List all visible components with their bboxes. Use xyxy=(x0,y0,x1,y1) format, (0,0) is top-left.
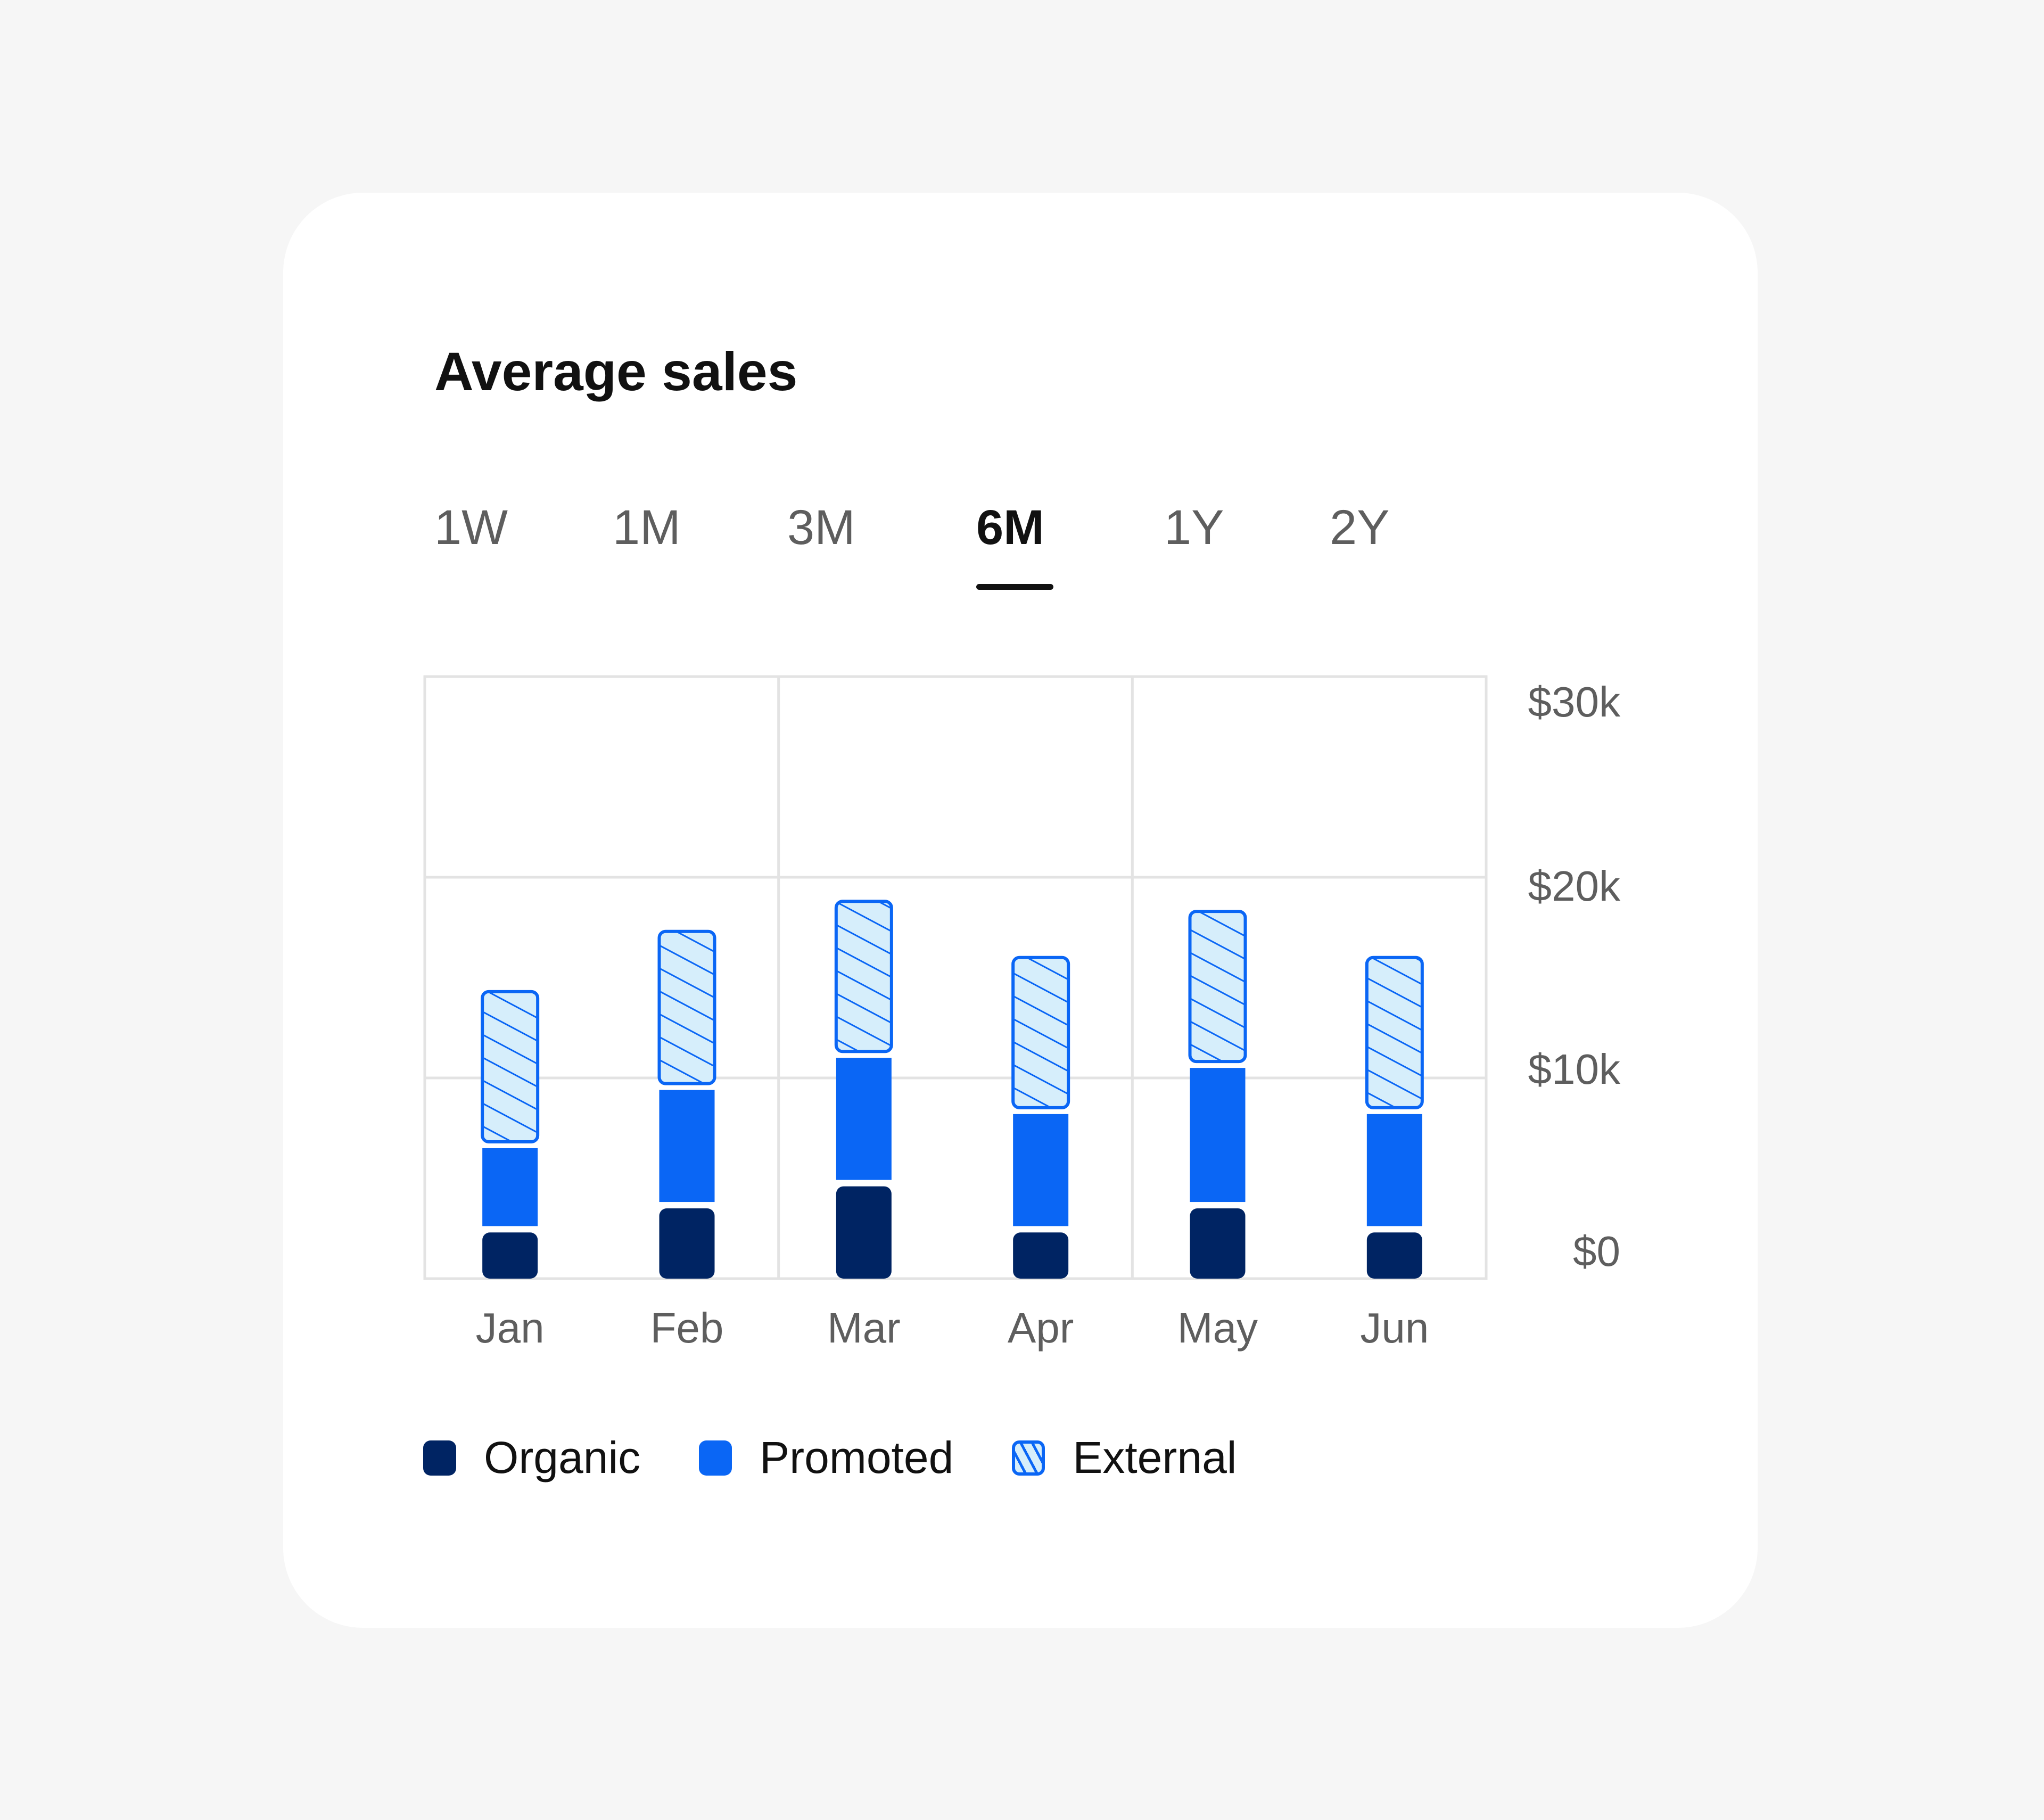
legend-label: External xyxy=(1073,1432,1237,1483)
legend-item-external[interactable]: External xyxy=(1012,1432,1237,1484)
x-tick-label: Jun xyxy=(1360,1304,1429,1352)
bar-external-jan[interactable] xyxy=(481,990,540,1143)
y-tick-label: $20k xyxy=(1528,862,1621,910)
stacked-bar-chart: Jan Feb Mar Apr May Jun $0 $10k $20k $30k xyxy=(423,675,1621,1352)
bar-organic-may[interactable] xyxy=(1190,1208,1246,1279)
bar-promoted-feb[interactable] xyxy=(659,1090,715,1203)
organic-swatch-icon xyxy=(423,1440,456,1476)
legend-item-organic[interactable]: Organic xyxy=(423,1432,640,1484)
bar-external-feb[interactable] xyxy=(657,929,716,1085)
bar-organic-jun[interactable] xyxy=(1366,1232,1422,1279)
bar-external-jun[interactable] xyxy=(1365,956,1424,1109)
legend-label: Promoted xyxy=(760,1432,954,1483)
bar-promoted-jan[interactable] xyxy=(482,1148,538,1226)
bar-external-apr[interactable] xyxy=(1011,956,1070,1109)
legend-label: Organic xyxy=(484,1432,641,1483)
legend-item-promoted[interactable]: Promoted xyxy=(699,1432,953,1484)
x-tick-label: Feb xyxy=(650,1304,724,1352)
y-tick-label: $10k xyxy=(1528,1045,1621,1093)
bar-promoted-mar[interactable] xyxy=(836,1058,892,1180)
bar-organic-feb[interactable] xyxy=(659,1208,715,1279)
x-tick-label: Mar xyxy=(827,1304,901,1352)
x-tick-label: Apr xyxy=(1008,1304,1074,1352)
x-tick-label: May xyxy=(1177,1304,1258,1352)
y-tick-label: $0 xyxy=(1573,1228,1620,1275)
external-swatch-icon xyxy=(1012,1440,1045,1476)
bar-organic-mar[interactable] xyxy=(836,1186,892,1279)
y-tick-label: $30k xyxy=(1528,678,1621,726)
x-tick-label: Jan xyxy=(476,1304,545,1352)
bar-organic-apr[interactable] xyxy=(1013,1232,1069,1279)
promoted-swatch-icon xyxy=(699,1440,732,1476)
bar-promoted-may[interactable] xyxy=(1190,1068,1246,1203)
bar-organic-jan[interactable] xyxy=(482,1232,538,1279)
bar-external-may[interactable] xyxy=(1188,910,1247,1064)
plot-frame xyxy=(423,675,1488,1280)
bar-promoted-jun[interactable] xyxy=(1366,1114,1422,1226)
bar-external-mar[interactable] xyxy=(834,900,893,1053)
bar-promoted-apr[interactable] xyxy=(1013,1114,1069,1226)
chart-legend: Organic Promoted External xyxy=(423,1432,1295,1484)
